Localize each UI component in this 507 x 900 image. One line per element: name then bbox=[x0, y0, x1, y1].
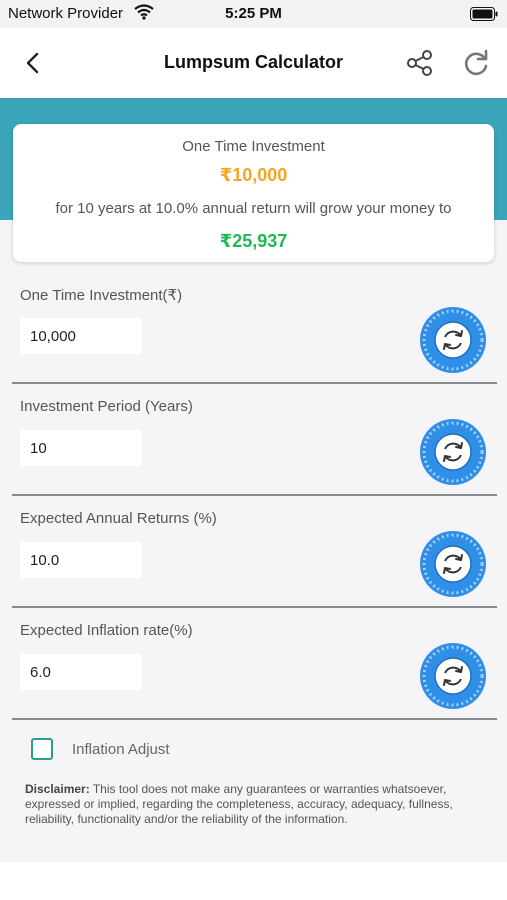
field-label: Expected Annual Returns (%) bbox=[20, 510, 217, 527]
refresh-button[interactable] bbox=[460, 47, 492, 84]
inflation-input[interactable] bbox=[20, 654, 142, 690]
result-amount: ₹25,937 bbox=[219, 231, 288, 251]
investment-amount: ₹10,000 bbox=[219, 165, 288, 185]
nav-bar: Lumpsum Calculator bbox=[0, 28, 507, 98]
field-one-time-investment: One Time Investment(₹) bbox=[0, 272, 507, 384]
inflation-adjust-row[interactable]: Inflation Adjust bbox=[0, 724, 507, 774]
disclaimer-text: Disclaimer: This tool does not make any … bbox=[25, 782, 485, 827]
field-annual-returns: Expected Annual Returns (%) bbox=[0, 496, 507, 608]
investment-label: One Time Investment bbox=[182, 138, 325, 155]
disclaimer-body: This tool does not make any guarantees o… bbox=[25, 782, 453, 826]
field-label: One Time Investment(₹) bbox=[20, 287, 183, 304]
field-investment-period: Investment Period (Years) bbox=[0, 384, 507, 496]
summary-card: One Time Investment ₹10,000 for 10 years… bbox=[13, 124, 494, 262]
rotate-dial-icon bbox=[420, 307, 486, 373]
dial-knob[interactable] bbox=[419, 418, 487, 486]
refresh-icon bbox=[465, 49, 488, 76]
field-label: Expected Inflation rate(%) bbox=[20, 622, 193, 639]
investment-input[interactable] bbox=[20, 318, 142, 354]
rotate-dial-icon bbox=[420, 419, 486, 485]
dial-knob[interactable] bbox=[419, 642, 487, 710]
section-divider bbox=[12, 718, 497, 720]
field-label: Investment Period (Years) bbox=[20, 398, 193, 415]
growth-description: for 10 years at 10.0% annual return will… bbox=[55, 200, 452, 217]
battery-icon bbox=[470, 7, 498, 25]
inflation-adjust-checkbox[interactable] bbox=[31, 738, 53, 760]
disclaimer-title: Disclaimer: bbox=[25, 782, 90, 796]
status-time: 5:25 PM bbox=[225, 5, 282, 22]
dial-knob[interactable] bbox=[419, 530, 487, 598]
dial-knob[interactable] bbox=[419, 306, 487, 374]
share-icon bbox=[407, 50, 432, 76]
rotate-dial-icon bbox=[420, 643, 486, 709]
field-inflation-rate: Expected Inflation rate(%) bbox=[0, 608, 507, 720]
inflation-adjust-label: Inflation Adjust bbox=[72, 741, 170, 758]
share-button[interactable] bbox=[405, 48, 435, 83]
rotate-dial-icon bbox=[420, 531, 486, 597]
returns-input[interactable] bbox=[20, 542, 142, 578]
status-bar: Network Provider 5:25 PM bbox=[0, 0, 507, 28]
period-input[interactable] bbox=[20, 430, 142, 466]
